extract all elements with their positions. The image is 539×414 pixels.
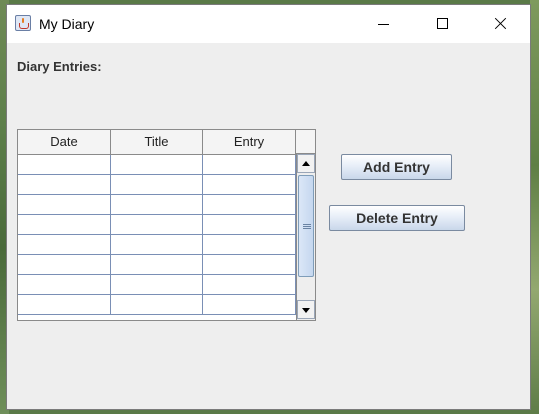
title-bar[interactable]: My Diary	[7, 5, 530, 43]
table-cell[interactable]	[18, 195, 111, 215]
table-cell[interactable]	[111, 155, 203, 175]
table-cell[interactable]	[111, 215, 203, 235]
table-cell[interactable]	[111, 295, 203, 315]
table-row[interactable]	[18, 215, 296, 235]
table-cell[interactable]	[18, 255, 111, 275]
diary-window: My Diary Diary Entries: Date Title Entry…	[6, 4, 531, 410]
diary-table: Date Title Entry	[17, 129, 316, 321]
scroll-up-button[interactable]	[297, 154, 315, 173]
table-cell[interactable]	[111, 255, 203, 275]
table-cell[interactable]	[111, 175, 203, 195]
table-row[interactable]	[18, 155, 296, 175]
table-cell[interactable]	[203, 295, 296, 315]
add-entry-button[interactable]: Add Entry	[341, 154, 452, 180]
maximize-button[interactable]	[419, 5, 465, 43]
table-row[interactable]	[18, 175, 296, 195]
scrollbar-thumb[interactable]	[298, 175, 314, 277]
scroll-down-button[interactable]	[297, 300, 315, 319]
table-row[interactable]	[18, 195, 296, 215]
table-row[interactable]	[18, 275, 296, 295]
table-header: Date Title Entry	[18, 130, 296, 155]
table-cell[interactable]	[18, 175, 111, 195]
table-cell[interactable]	[18, 295, 111, 315]
table-body	[18, 155, 296, 315]
column-header-date[interactable]: Date	[18, 130, 111, 154]
table-cell[interactable]	[111, 275, 203, 295]
table-cell[interactable]	[203, 155, 296, 175]
diary-entries-label: Diary Entries:	[17, 59, 102, 74]
table-header-corner	[296, 130, 315, 154]
desktop-background-right	[530, 0, 539, 414]
column-header-title[interactable]: Title	[111, 130, 203, 154]
table-cell[interactable]	[18, 215, 111, 235]
table-cell[interactable]	[203, 195, 296, 215]
table-row[interactable]	[18, 295, 296, 315]
scrollbar-grip-icon	[303, 224, 311, 229]
delete-entry-button[interactable]: Delete Entry	[329, 205, 465, 231]
table-row[interactable]	[18, 255, 296, 275]
table-cell[interactable]	[18, 275, 111, 295]
table-cell[interactable]	[203, 235, 296, 255]
table-cell[interactable]	[203, 175, 296, 195]
window-title: My Diary	[39, 16, 95, 32]
table-cell[interactable]	[203, 255, 296, 275]
table-cell[interactable]	[111, 235, 203, 255]
java-cup-icon	[15, 15, 31, 31]
table-cell[interactable]	[203, 215, 296, 235]
table-row[interactable]	[18, 235, 296, 255]
vertical-scrollbar[interactable]	[296, 154, 315, 320]
table-cell[interactable]	[203, 275, 296, 295]
table-cell[interactable]	[18, 155, 111, 175]
table-cell[interactable]	[18, 235, 111, 255]
minimize-button[interactable]	[360, 5, 406, 43]
column-header-entry[interactable]: Entry	[203, 130, 296, 154]
table-cell[interactable]	[111, 195, 203, 215]
close-button[interactable]	[477, 5, 523, 43]
